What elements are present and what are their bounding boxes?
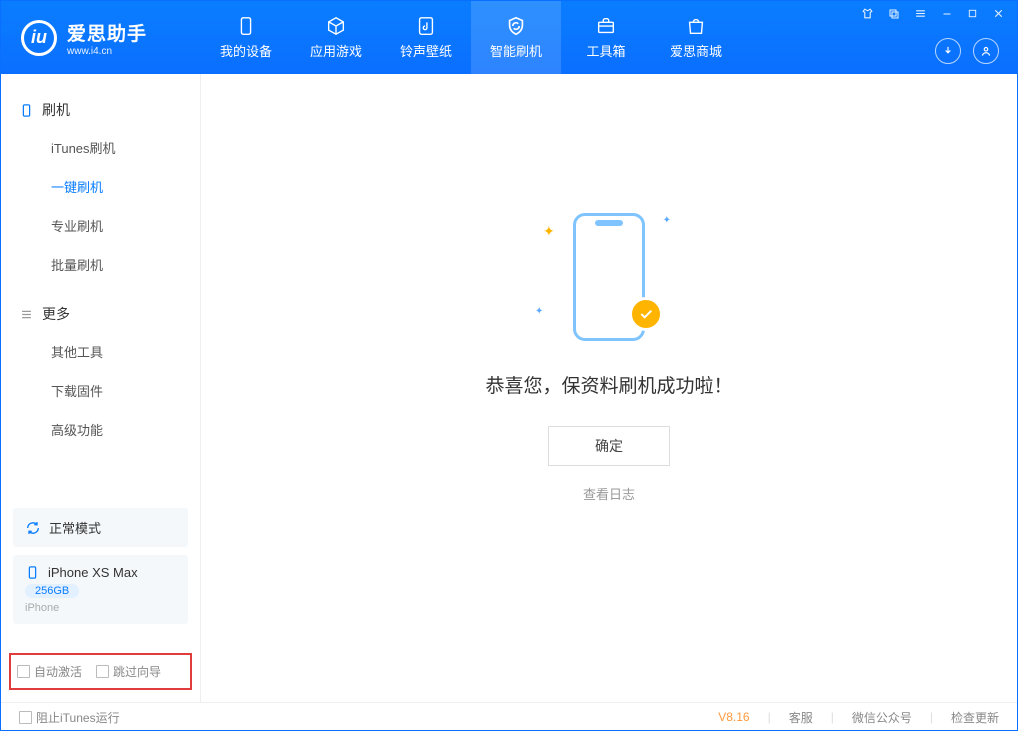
tab-smart-flash[interactable]: 智能刷机 — [471, 1, 561, 74]
device-icon — [19, 103, 34, 118]
sync-icon — [25, 520, 41, 536]
cube-icon — [325, 15, 347, 37]
sparkle-icon: ✦ — [535, 306, 543, 317]
toolbox-icon — [595, 15, 617, 37]
footer-link-wechat[interactable]: 微信公众号 — [852, 709, 912, 726]
music-file-icon — [415, 15, 437, 37]
tab-label: 铃声壁纸 — [400, 41, 452, 60]
sidebar-item-other-tools[interactable]: 其他工具 — [1, 332, 200, 371]
nav-tabs: 我的设备 应用游戏 铃声壁纸 智能刷机 工具箱 爱思商城 — [201, 1, 741, 74]
checkbox-label: 自动激活 — [34, 663, 82, 680]
checkbox-label: 阻止iTunes运行 — [36, 709, 120, 726]
section-title: 更多 — [42, 304, 70, 324]
sidebar-item-batch-flash[interactable]: 批量刷机 — [1, 245, 200, 284]
phone-icon — [235, 15, 257, 37]
app-title: 爱思助手 — [67, 19, 147, 46]
download-button[interactable] — [935, 38, 961, 64]
checkbox-icon — [96, 665, 109, 678]
divider: | — [768, 710, 771, 724]
version-label: V8.16 — [718, 710, 749, 724]
mode-label: 正常模式 — [49, 518, 101, 537]
sparkle-icon: ✦ — [543, 223, 555, 240]
mode-box[interactable]: 正常模式 — [13, 508, 188, 547]
tab-label: 我的设备 — [220, 41, 272, 60]
footer-link-update[interactable]: 检查更新 — [951, 709, 999, 726]
minimize-icon[interactable] — [941, 8, 953, 20]
window-controls — [861, 7, 1005, 20]
shirt-icon[interactable] — [861, 7, 874, 20]
app-logo-icon: iu — [21, 20, 57, 56]
checkbox-icon — [17, 665, 30, 678]
bottom-checkboxes-highlight: 自动激活 跳过向导 — [9, 653, 192, 690]
user-button[interactable] — [973, 38, 999, 64]
logo-text: 爱思助手 www.i4.cn — [67, 19, 147, 57]
footer-right: V8.16 | 客服 | 微信公众号 | 检查更新 — [718, 709, 999, 726]
tab-ringtone-wallpaper[interactable]: 铃声壁纸 — [381, 1, 471, 74]
header-right-buttons — [935, 38, 999, 64]
body: 刷机 iTunes刷机 一键刷机 专业刷机 批量刷机 更多 其他工具 下载固件 … — [1, 74, 1017, 702]
list-icon — [19, 307, 34, 322]
check-icon — [638, 306, 654, 322]
sidebar-item-pro-flash[interactable]: 专业刷机 — [1, 206, 200, 245]
success-message: 恭喜您，保资料刷机成功啦！ — [485, 371, 732, 398]
device-name: iPhone XS Max — [48, 565, 138, 580]
view-log-link[interactable]: 查看日志 — [583, 484, 635, 503]
footer-left: 阻止iTunes运行 — [19, 709, 120, 726]
tab-label: 智能刷机 — [490, 41, 542, 60]
checkbox-block-itunes[interactable]: 阻止iTunes运行 — [19, 709, 120, 726]
sidebar-item-download-firmware[interactable]: 下载固件 — [1, 371, 200, 410]
app-url: www.i4.cn — [67, 46, 147, 57]
tab-apps-games[interactable]: 应用游戏 — [291, 1, 381, 74]
sidebar-section-flash: 刷机 iTunes刷机 一键刷机 专业刷机 批量刷机 — [1, 92, 200, 284]
logo-area: iu 爱思助手 www.i4.cn — [1, 19, 201, 57]
checkbox-skip-wizard[interactable]: 跳过向导 — [96, 663, 161, 680]
sidebar: 刷机 iTunes刷机 一键刷机 专业刷机 批量刷机 更多 其他工具 下载固件 … — [1, 74, 201, 702]
footer: 阻止iTunes运行 V8.16 | 客服 | 微信公众号 | 检查更新 — [1, 702, 1017, 731]
sidebar-header-flash: 刷机 — [1, 92, 200, 128]
menu-icon[interactable] — [914, 7, 927, 20]
tab-label: 应用游戏 — [310, 41, 362, 60]
tab-label: 工具箱 — [586, 41, 625, 60]
device-name-row: iPhone XS Max — [25, 565, 138, 580]
device-info-box[interactable]: iPhone XS Max 256GB iPhone — [13, 555, 188, 624]
main-content: ✦ ✦ ✦ 恭喜您，保资料刷机成功啦！ 确定 查看日志 — [201, 74, 1017, 702]
shield-refresh-icon — [505, 15, 527, 37]
sidebar-section-more: 更多 其他工具 下载固件 高级功能 — [1, 296, 200, 449]
footer-link-support[interactable]: 客服 — [789, 709, 813, 726]
section-title: 刷机 — [42, 100, 70, 120]
checkbox-icon — [19, 711, 32, 724]
device-storage: 256GB — [25, 584, 79, 598]
tab-label: 爱思商城 — [670, 41, 722, 60]
divider: | — [930, 710, 933, 724]
sidebar-item-oneclick-flash[interactable]: 一键刷机 — [1, 167, 200, 206]
sidebar-item-advanced[interactable]: 高级功能 — [1, 410, 200, 449]
header: iu 爱思助手 www.i4.cn 我的设备 应用游戏 铃声壁纸 智能刷机 工具… — [1, 1, 1017, 74]
overlap-icon[interactable] — [888, 8, 900, 20]
ok-button[interactable]: 确定 — [548, 426, 670, 466]
checkbox-label: 跳过向导 — [113, 663, 161, 680]
maximize-icon[interactable] — [967, 8, 978, 19]
user-icon — [979, 44, 993, 58]
tab-toolbox[interactable]: 工具箱 — [561, 1, 651, 74]
checkbox-auto-activate[interactable]: 自动激活 — [17, 663, 82, 680]
device-panel: 正常模式 iPhone XS Max 256GB iPhone — [13, 508, 188, 632]
sidebar-item-itunes-flash[interactable]: iTunes刷机 — [1, 128, 200, 167]
success-illustration: ✦ ✦ ✦ — [549, 213, 669, 343]
sidebar-header-more: 更多 — [1, 296, 200, 332]
tab-my-device[interactable]: 我的设备 — [201, 1, 291, 74]
shopping-bag-icon — [685, 15, 707, 37]
download-icon — [941, 44, 955, 58]
sparkle-icon: ✦ — [663, 215, 671, 226]
divider: | — [831, 710, 834, 724]
tab-store[interactable]: 爱思商城 — [651, 1, 741, 74]
device-type: iPhone — [25, 602, 59, 614]
check-badge-icon — [629, 297, 663, 331]
phone-icon — [25, 565, 40, 580]
close-icon[interactable] — [992, 7, 1005, 20]
